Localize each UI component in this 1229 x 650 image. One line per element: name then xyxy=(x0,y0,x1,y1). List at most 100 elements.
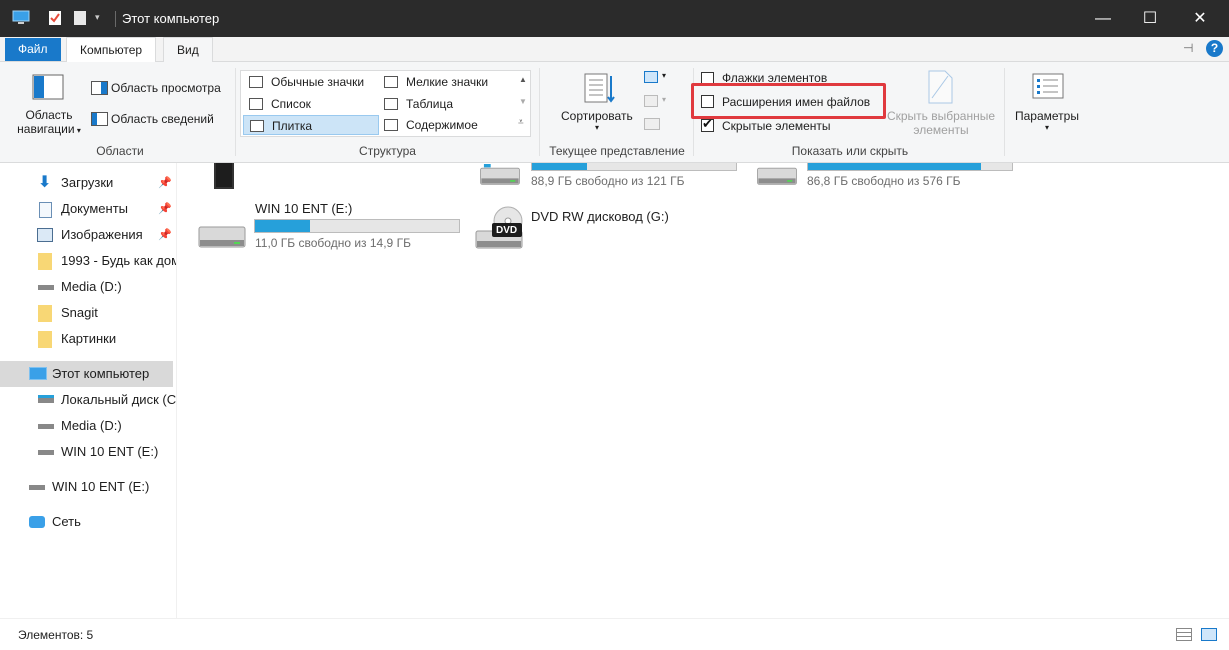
pin-icon[interactable]: 📌 xyxy=(158,222,172,248)
layout-scroll-up[interactable]: ▲ xyxy=(519,75,527,84)
add-columns-dropdown-icon: ▾ xyxy=(662,95,667,104)
nav-item-kartinki[interactable]: Картинки xyxy=(36,326,176,352)
tab-file[interactable]: Файл xyxy=(5,38,61,61)
options-button[interactable]: Параметры xyxy=(1015,109,1079,123)
add-columns-button[interactable] xyxy=(644,95,658,107)
network-icon xyxy=(29,516,45,528)
folder-icon xyxy=(38,253,52,270)
preview-pane-button[interactable]: Область просмотра xyxy=(111,81,221,95)
tab-view[interactable]: Вид xyxy=(163,37,213,63)
nav-item-local-disk-c[interactable]: Локальный диск (C xyxy=(36,387,176,413)
layout-content[interactable]: Содержимое xyxy=(378,115,512,135)
details-view-icon[interactable] xyxy=(1176,628,1192,641)
nav-item-label: Картинки xyxy=(61,331,117,346)
drive-icon xyxy=(198,226,246,248)
new-folder-icon[interactable] xyxy=(72,10,88,26)
tiles-view-icon[interactable] xyxy=(1201,628,1217,641)
nav-pane-divider xyxy=(176,163,177,618)
sort-icon xyxy=(584,73,615,103)
drive-icon xyxy=(38,450,54,455)
drive-d-usage-fill xyxy=(808,163,982,170)
navigation-pane-label-1: Область xyxy=(25,108,73,122)
tiles-icon xyxy=(250,120,264,132)
computer-icon xyxy=(12,10,30,24)
nav-item-downloads[interactable]: ⬇ Загрузки 📌 xyxy=(36,170,176,196)
nav-item-label: Snagit xyxy=(61,305,98,320)
pin-icon[interactable]: 📌 xyxy=(158,196,172,222)
sort-button[interactable]: Сортировать xyxy=(561,109,633,123)
nav-item-label: Локальный диск (C xyxy=(61,392,176,407)
sort-dropdown-icon: ▾ xyxy=(595,123,600,132)
layout-large-icons[interactable]: Обычные значки xyxy=(243,72,377,92)
navigation-pane-icon xyxy=(32,74,64,100)
tab-computer[interactable]: Компьютер xyxy=(66,37,157,62)
nav-item-win10-e[interactable]: WIN 10 ENT (E:) xyxy=(36,439,176,465)
pin-ribbon-icon[interactable]: ⊣ xyxy=(1183,41,1193,55)
layout-list-label: Список xyxy=(271,97,311,111)
nav-item-win10-e-root[interactable]: WIN 10 ENT (E:) xyxy=(27,474,176,500)
hidden-items-checkbox[interactable] xyxy=(701,116,714,132)
group-label-show-hide: Показать или скрыть xyxy=(791,144,909,158)
group-separator xyxy=(539,68,540,156)
dropdown-arrow-icon: ▾ xyxy=(74,126,81,135)
details-pane-button[interactable]: Область сведений xyxy=(111,112,214,126)
nav-item-network[interactable]: Сеть xyxy=(27,509,176,535)
layout-content-label: Содержимое xyxy=(406,118,478,132)
list-icon xyxy=(249,98,263,110)
highlight-box xyxy=(691,83,886,119)
windows-drive-icon xyxy=(480,164,520,185)
hide-selected-button[interactable]: Скрыть выбранные элементы xyxy=(884,109,998,137)
drive-e-name: WIN 10 ENT (E:) xyxy=(255,201,353,216)
layout-details[interactable]: Таблица xyxy=(378,94,512,114)
maximize-button[interactable]: ☐ xyxy=(1127,0,1173,37)
layout-large-icons-label: Обычные значки xyxy=(271,75,365,89)
minimize-button[interactable]: — xyxy=(1080,0,1126,37)
layout-scroll-down[interactable]: ▼ xyxy=(519,97,527,106)
nav-item-media-d[interactable]: Media (D:) xyxy=(36,274,176,300)
help-icon[interactable]: ? xyxy=(1206,40,1223,57)
drive-c-free-space: 88,9 ГБ свободно из 121 ГБ xyxy=(531,174,685,188)
nav-item-snagit[interactable]: Snagit xyxy=(36,300,176,326)
size-columns-button[interactable] xyxy=(644,118,660,130)
group-separator xyxy=(235,68,236,156)
group-by-dropdown-icon: ▾ xyxy=(662,71,667,80)
ribbon: Область навигации ▾ Область просмотра Об… xyxy=(0,62,1229,163)
folder-icon xyxy=(38,305,52,322)
nav-item-documents[interactable]: Документы 📌 xyxy=(36,196,176,222)
nav-item-label: WIN 10 ENT (E:) xyxy=(61,444,159,459)
drive-e-usage-fill xyxy=(255,220,311,232)
content-icon xyxy=(384,119,398,131)
nav-item-label: Загрузки xyxy=(61,175,114,190)
layout-gallery: Обычные значки Мелкие значки Список Табл… xyxy=(240,70,531,137)
navigation-pane-button[interactable]: Область навигации ▾ xyxy=(12,108,86,138)
drive-c-usage-bar xyxy=(531,163,737,171)
drive-icon xyxy=(38,285,54,290)
close-button[interactable]: ✕ xyxy=(1177,0,1223,37)
windows-drive-icon xyxy=(38,395,54,403)
hidden-items-label: Скрытые элементы xyxy=(722,119,831,133)
layout-tiles[interactable]: Плитка xyxy=(243,115,379,135)
title-bar: ▾ Этот компьютер — ☐ ✕ xyxy=(0,0,1229,37)
nav-item-label: Этот компьютер xyxy=(52,366,150,381)
nav-item-media-d-2[interactable]: Media (D:) xyxy=(36,413,176,439)
layout-expand[interactable]: ⩡ xyxy=(518,117,524,128)
nav-item-pictures[interactable]: Изображения 📌 xyxy=(36,222,176,248)
chevron-down-icon[interactable]: ▾ xyxy=(95,12,100,23)
layout-small-icons[interactable]: Мелкие значки xyxy=(378,72,512,92)
properties-icon[interactable] xyxy=(47,10,63,26)
items-count: Элементов: 5 xyxy=(18,628,94,642)
nav-item-folder-1993[interactable]: 1993 - Будь как дом xyxy=(36,248,176,274)
layout-list[interactable]: Список xyxy=(243,94,377,114)
navigation-pane-label-2: навигации xyxy=(17,122,75,136)
layout-tiles-label: Плитка xyxy=(272,119,313,133)
group-label-current-view: Текущее представление xyxy=(549,144,685,158)
group-by-button[interactable] xyxy=(644,71,658,83)
group-label-layout: Структура xyxy=(359,144,416,158)
navigation-pane: ⬇ Загрузки 📌 Документы 📌 Изображения 📌 1… xyxy=(0,163,176,618)
pin-icon[interactable]: 📌 xyxy=(158,170,172,196)
nav-item-this-pc[interactable]: Этот компьютер xyxy=(0,361,173,387)
nav-item-label: Сеть xyxy=(52,514,81,529)
folder-icon xyxy=(38,331,52,348)
window-title: Этот компьютер xyxy=(122,11,220,26)
dvd-drive-name: DVD RW дисковод (G:) xyxy=(531,209,669,224)
